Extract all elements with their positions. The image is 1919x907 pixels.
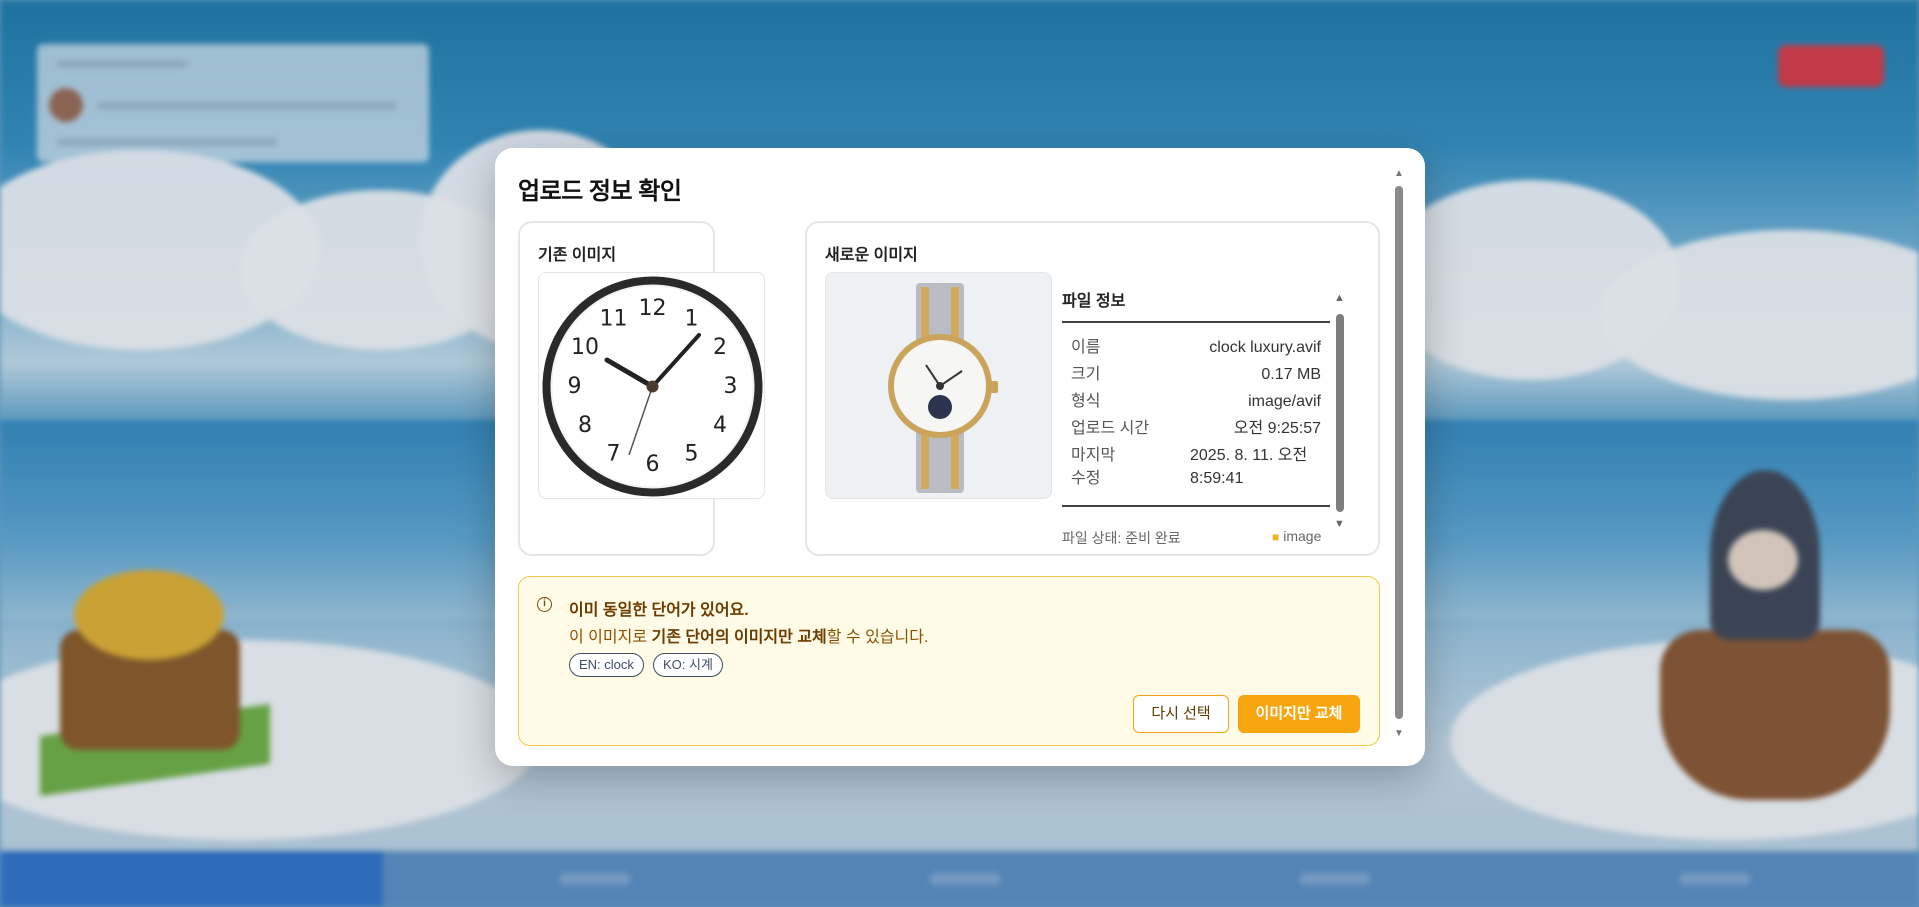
- clock-numeral: 5: [685, 442, 699, 467]
- luxury-watch-image: [888, 283, 998, 493]
- scrollbar-thumb[interactable]: [1336, 314, 1344, 512]
- word-chip-en: EN: clock: [569, 653, 644, 677]
- divider: [1062, 505, 1330, 507]
- clock-numeral: 2: [713, 335, 727, 360]
- clock-numeral: 6: [646, 452, 660, 477]
- old-image-panel: 기존 이미지 12 1 2 3 4 5 6 7 8 9 10 11: [518, 221, 765, 556]
- duplicate-word-alert: i 이미 동일한 단어가 있어요. 이 이미지로 기존 단어의 이미지만 교체할…: [518, 576, 1380, 746]
- scroll-down-arrow-icon[interactable]: ▼: [1394, 728, 1404, 739]
- file-folder: ■ image: [1272, 528, 1322, 544]
- old-image-title: 기존 이미지: [538, 247, 617, 264]
- clock-numeral: 8: [578, 413, 592, 438]
- word-chip-ko: KO: 시계: [653, 653, 723, 677]
- clock-numeral: 7: [607, 442, 621, 467]
- upload-time-row: 업로드 시간 오전 9:25:57: [1071, 420, 1321, 437]
- alert-title: 이미 동일한 단어가 있어요.: [569, 602, 749, 619]
- folder-icon: ■: [1272, 530, 1280, 544]
- alert-description: 이 이미지로 기존 단어의 이미지만 교체할 수 있습니다.: [569, 629, 929, 646]
- scroll-up-arrow-icon[interactable]: ▲: [1334, 292, 1345, 304]
- divider: [1062, 321, 1330, 323]
- clock-numeral: 1: [685, 307, 699, 332]
- clock-numeral: 4: [713, 413, 727, 438]
- file-status: 파일 상태: 준비 완료: [1062, 530, 1181, 546]
- file-size-row: 크기 0.17 MB: [1071, 366, 1321, 383]
- old-image: 12 1 2 3 4 5 6 7 8 9 10 11: [538, 272, 765, 499]
- reselect-button[interactable]: 다시 선택: [1133, 695, 1229, 733]
- file-info-rows: 이름 clock luxury.avif 크기 0.17 MB 형식 image…: [1062, 336, 1330, 494]
- upload-confirm-modal: 업로드 정보 확인 기존 이미지 12 1 2 3 4 5 6 7 8 9 10 11 새로운 이미지: [495, 148, 1425, 766]
- modal-title: 업로드 정보 확인: [518, 178, 682, 205]
- file-format-row: 형식 image/avif: [1071, 393, 1321, 410]
- clock-numeral: 12: [639, 296, 667, 321]
- file-info-section: 파일 정보 이름 clock luxury.avif 크기 0.17 MB 형식…: [1062, 272, 1352, 552]
- clock-numeral: 11: [600, 307, 628, 332]
- scroll-up-arrow-icon[interactable]: ▲: [1394, 168, 1404, 179]
- replace-image-button[interactable]: 이미지만 교체: [1238, 695, 1360, 733]
- file-info-scrollbar[interactable]: ▲ ▼: [1334, 292, 1346, 532]
- modal-scrollbar[interactable]: ▲ ▼: [1392, 168, 1406, 748]
- clock-numeral: 9: [568, 374, 582, 399]
- file-name-row: 이름 clock luxury.avif: [1071, 339, 1321, 356]
- clock-numeral: 3: [724, 374, 738, 399]
- last-modified-row: 마지막 수정 2025. 8. 11. 오전 8:59:41: [1071, 447, 1308, 487]
- scrollbar-thumb[interactable]: [1395, 186, 1403, 719]
- scroll-down-arrow-icon[interactable]: ▼: [1334, 518, 1345, 530]
- new-image-title: 새로운 이미지: [825, 247, 918, 264]
- wall-clock-image: 12 12 3 45678 9 1011: [542, 276, 763, 497]
- info-icon: i: [537, 597, 552, 612]
- file-info-title: 파일 정보: [1062, 293, 1126, 310]
- new-image: [825, 272, 1052, 499]
- clock-numeral: 10: [571, 335, 599, 360]
- new-image-panel: 새로운 이미지 파일 정보 이름 clock luxury.avif 크기 0.…: [805, 221, 1380, 556]
